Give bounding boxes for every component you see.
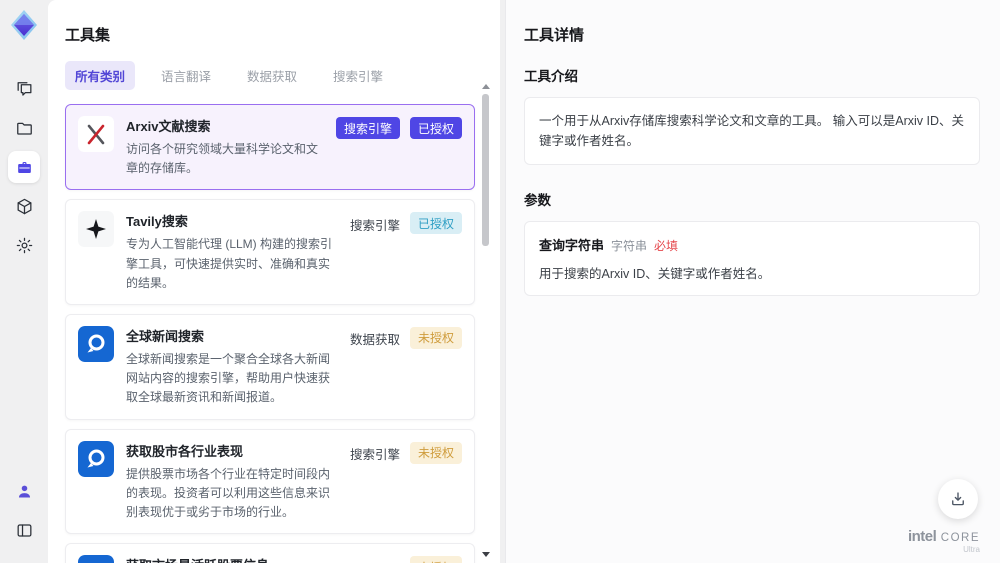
tool-description: 提供股票市场各个行业在特定时间段内的表现。投资者可以利用这些信息来识别表现优于或… — [126, 466, 331, 519]
sidebar-item-briefcase[interactable] — [8, 151, 40, 183]
list-scrollbar[interactable] — [481, 84, 491, 557]
tab-所有类别[interactable]: 所有类别 — [65, 61, 136, 90]
param-name: 查询字符串 — [539, 238, 605, 253]
tool-description: 访问各个研究领域大量科学论文和文章的存储库。 — [126, 142, 319, 176]
sidebar-item-gear[interactable] — [8, 229, 40, 261]
tool-info: Arxiv文献搜索 访问各个研究领域大量科学论文和文章的存储库。 — [126, 116, 324, 178]
sidebar-item-user[interactable] — [8, 475, 40, 507]
tool-name: 获取股市各行业表现 — [126, 443, 244, 459]
user-icon — [15, 482, 34, 501]
intro-box: 一个用于从Arxiv存储库搜索科学论文和文章的工具。 输入可以是Arxiv ID… — [524, 97, 980, 165]
juhe-icon — [78, 440, 114, 477]
tab-语言翻译[interactable]: 语言翻译 — [151, 61, 221, 90]
tool-info: 全球新闻搜索 全球新闻搜索是一个聚合全球各大新闻网站内容的搜索引擎，帮助用户快速… — [126, 326, 338, 408]
details-title: 工具详情 — [524, 27, 585, 44]
category-label: 搜索引擎 — [349, 448, 400, 462]
tool-info: 获取股市各行业表现 提供股票市场各个行业在特定时间段内的表现。投资者可以利用这些… — [126, 441, 338, 523]
param-required-badge: 必填 — [654, 239, 679, 253]
auth-status-badge: 已授权 — [409, 117, 462, 139]
auth-status-badge: 已授权 — [409, 212, 462, 235]
tool-description: 全球新闻搜索是一个聚合全球各大新闻网站内容的搜索引擎，帮助用户快速获取全球最新资… — [126, 351, 331, 405]
tool-description: 专为人工智能代理 (LLM) 构建的搜索引擎工具，可快速提供实时、准确和真实的结… — [126, 237, 333, 290]
sidebar-icon-group-top — [8, 66, 40, 268]
juhe-icon — [78, 325, 114, 362]
intro-text: 一个用于从Arxiv存储库搜索科学论文和文章的工具。 输入可以是Arxiv ID… — [539, 114, 965, 148]
tavily-icon — [78, 211, 114, 248]
param-header: 查询字符串 字符串 必填 — [539, 235, 965, 254]
scroll-up-icon[interactable] — [482, 84, 490, 89]
briefcase-icon — [15, 158, 34, 177]
tool-card[interactable]: Tavily搜索 专为人工智能代理 (LLM) 构建的搜索引擎工具，可快速提供实… — [65, 199, 475, 305]
tool-card[interactable]: 获取股市各行业表现 提供股票市场各个行业在特定时间段内的表现。投资者可以利用这些… — [65, 428, 475, 535]
folder-icon — [15, 119, 34, 138]
tab-数据获取[interactable]: 数据获取 — [237, 61, 307, 90]
tools-panel-title: 工具集 — [65, 27, 111, 44]
download-icon — [952, 492, 964, 506]
tool-meta: 搜索引擎 未授权 — [350, 441, 462, 523]
auth-status-badge: 未授权 — [409, 556, 462, 563]
scroll-down-icon[interactable] — [482, 552, 490, 557]
tool-meta: 搜索引擎 已授权 — [335, 116, 462, 178]
tool-name: 获取市场最活跃股票信息 — [126, 555, 338, 563]
params-heading: 参数 — [524, 193, 551, 208]
auth-status-badge: 未授权 — [409, 326, 462, 349]
tool-meta: 搜索引擎 未授权 — [350, 555, 462, 563]
tools-list-panel: 工具集 所有类别 语言翻译 数据获取 搜索引擎 Arxiv文献搜索 访问各个研究领域大… — [48, 0, 500, 563]
app-sidebar — [0, 0, 48, 563]
core-wordmark: CORE — [940, 531, 980, 544]
category-label: 搜索引擎 — [350, 556, 400, 563]
tool-card[interactable]: Arxiv文献搜索 访问各个研究领域大量科学论文和文章的存储库。 搜索引擎 已授… — [65, 104, 475, 191]
arxiv-icon — [78, 116, 114, 152]
gear-icon — [15, 236, 34, 255]
tool-name: Tavily搜索 — [126, 214, 188, 230]
category-badge: 搜索引擎 — [335, 117, 400, 139]
sidebar-item-chat[interactable] — [8, 73, 40, 105]
tool-details-panel: 工具详情 工具介绍 一个用于从Arxiv存储库搜索科学论文和文章的工具。 输入可… — [505, 0, 1000, 563]
category-tabs: 所有类别 语言翻译 数据获取 搜索引擎 — [65, 61, 472, 90]
sidebar-item-panel-collapse[interactable] — [8, 514, 40, 546]
tool-info: Tavily搜索 专为人工智能代理 (LLM) 构建的搜索引擎工具，可快速提供实… — [126, 211, 338, 293]
sidebar-item-cube[interactable] — [8, 190, 40, 222]
tab-搜索引擎[interactable]: 搜索引擎 — [323, 61, 393, 90]
ultra-wordmark: Ultra — [963, 545, 980, 555]
juhe-icon — [78, 555, 114, 563]
category-label: 数据获取 — [349, 333, 400, 348]
tool-name: 全球新闻搜索 — [126, 328, 205, 344]
sidebar-icon-group-bottom — [8, 468, 40, 553]
tool-list: Arxiv文献搜索 访问各个研究领域大量科学论文和文章的存储库。 搜索引擎 已授… — [65, 104, 475, 563]
param-type: 字符串 — [611, 239, 648, 253]
intel-core-logo: intel CORE Ultra — [908, 528, 980, 555]
intro-heading: 工具介绍 — [524, 69, 578, 84]
download-button[interactable] — [938, 479, 978, 519]
param-description: 用于搜索的Arxiv ID、关键字或作者姓名。 — [539, 267, 771, 281]
tool-info: 获取市场最活跃股票信息 提供当天交易量最高的股票列表，投资者可以利用这些信息来识… — [126, 555, 338, 563]
intel-wordmark: intel — [907, 527, 937, 545]
app-window: 工具集 所有类别 语言翻译 数据获取 搜索引擎 Arxiv文献搜索 访问各个研究领域大… — [0, 0, 1000, 563]
tool-card[interactable]: 全球新闻搜索 全球新闻搜索是一个聚合全球各大新闻网站内容的搜索引擎，帮助用户快速… — [65, 313, 475, 420]
app-logo-icon — [7, 8, 41, 42]
category-label: 搜索引擎 — [349, 218, 400, 233]
tool-meta: 数据获取 未授权 — [350, 326, 462, 408]
chat-icon — [15, 80, 34, 99]
cube-icon — [15, 197, 34, 216]
panel-collapse-icon — [15, 521, 34, 540]
param-box: 查询字符串 字符串 必填 用于搜索的Arxiv ID、关键字或作者姓名。 — [524, 221, 980, 296]
tool-name: Arxiv文献搜索 — [126, 119, 211, 134]
tool-card[interactable]: 获取市场最活跃股票信息 提供当天交易量最高的股票列表，投资者可以利用这些信息来识… — [65, 543, 475, 563]
scrollbar-thumb[interactable] — [482, 94, 489, 246]
sidebar-item-folder[interactable] — [8, 112, 40, 144]
auth-status-badge: 未授权 — [409, 441, 462, 464]
tool-meta: 搜索引擎 已授权 — [350, 211, 462, 293]
